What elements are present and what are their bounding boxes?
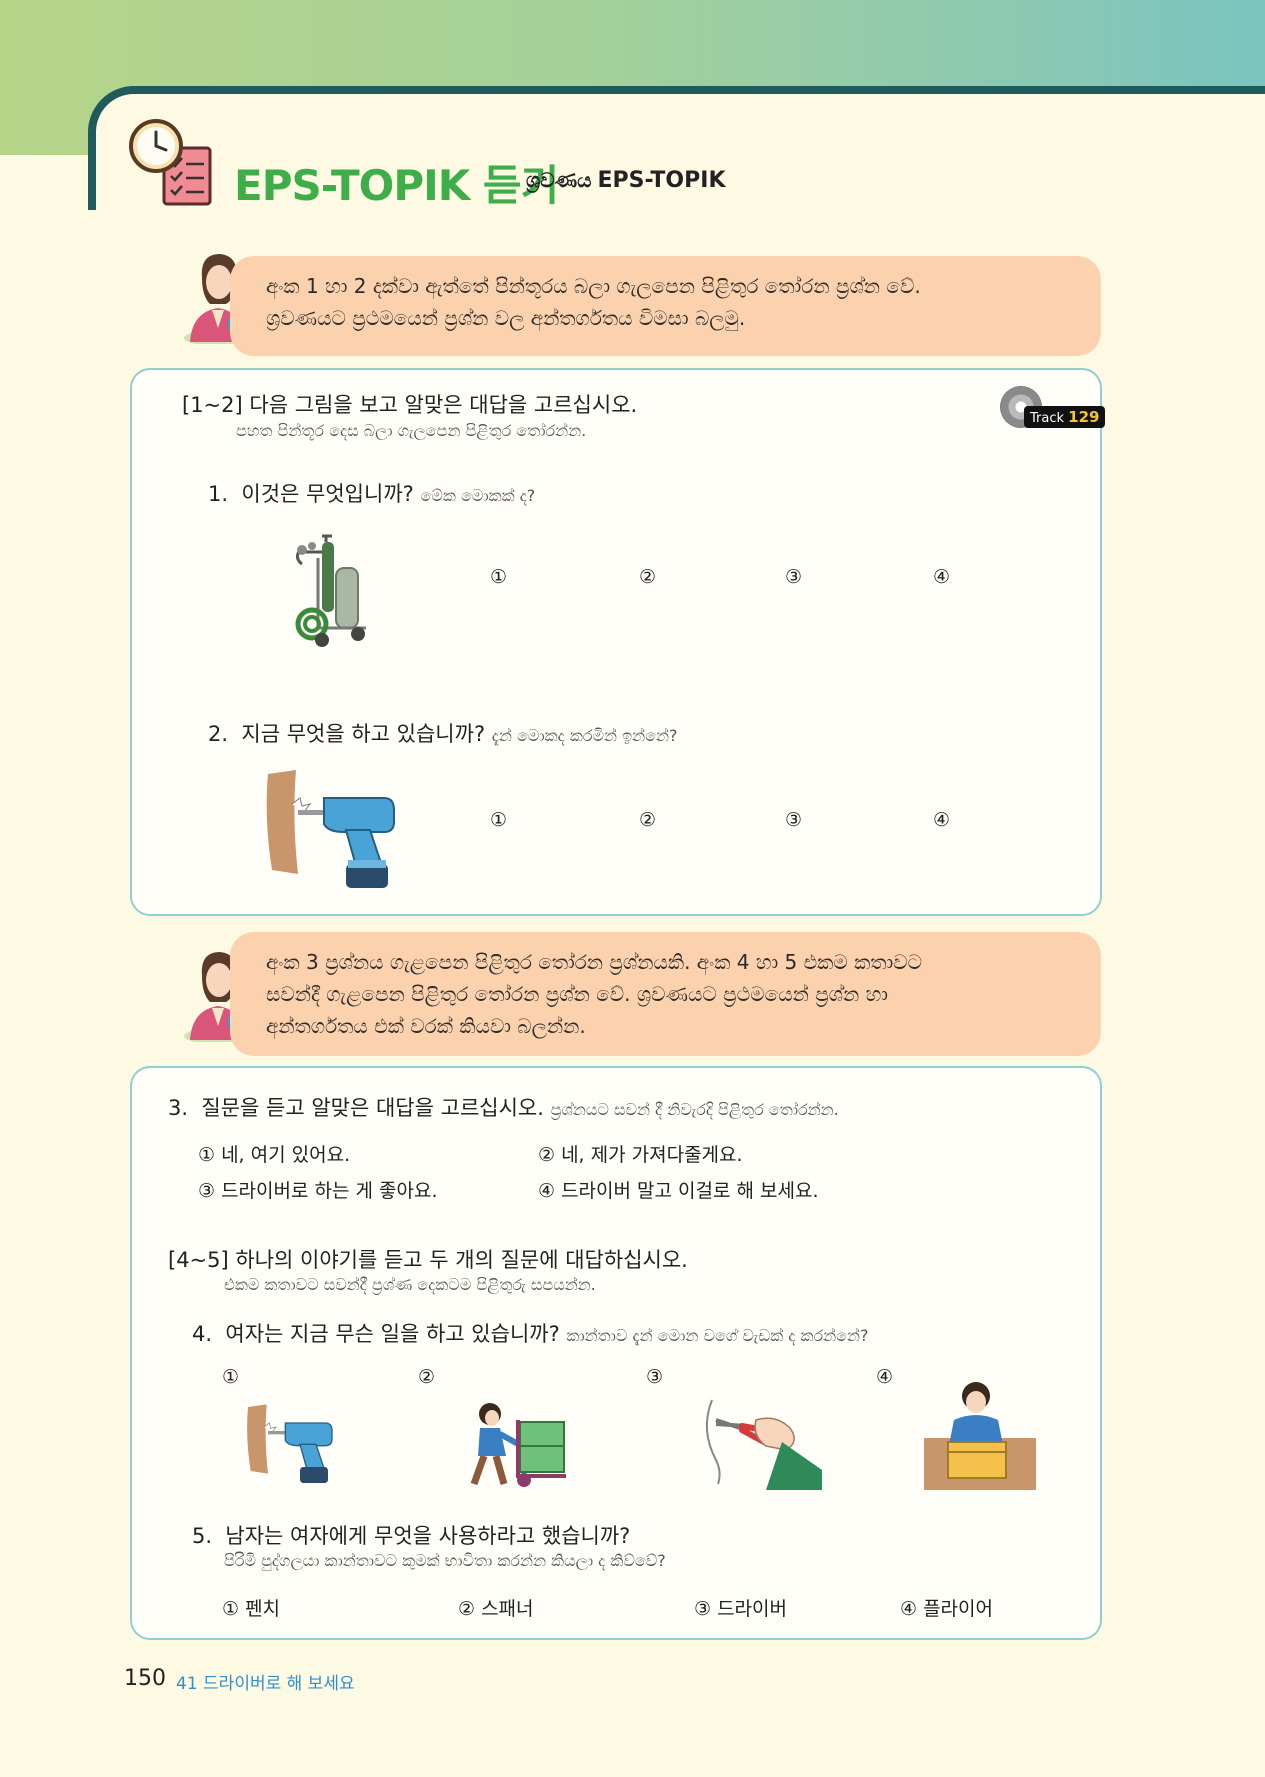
question-3: 3. 질문을 듣고 알맞은 대답을 고르십시오. ප්‍රශ්නයට සවන් … — [168, 1092, 839, 1122]
option-2[interactable]: ② — [639, 566, 656, 588]
bubble-text: අන්තර්ගතය එක් වරක් කියවා බලන්න. — [266, 1014, 586, 1038]
page-subtitle: ශ්‍රවණය EPS-TOPIK — [526, 168, 726, 193]
option-2[interactable]: ② — [639, 809, 656, 831]
question-5: 5. 남자는 여자에게 무엇을 사용하라고 했습니까? — [192, 1520, 630, 1550]
question-2: 2. 지금 무엇을 하고 있습니까? දැන් මොකද කරමින් ඉන්න… — [208, 718, 677, 748]
option-1[interactable]: ① — [490, 809, 507, 831]
option-3[interactable]: ③ — [646, 1366, 663, 1388]
option-3[interactable]: ③ — [785, 566, 802, 588]
option-2[interactable]: ② — [418, 1366, 435, 1388]
option-3[interactable]: ③ 드라이버로 하는 게 좋아요. — [198, 1176, 438, 1203]
question-text-sinhala: ප්‍රශ්නයට සවන් දී නිවැරදි පිළිතුර තෝරන්න… — [550, 1100, 839, 1119]
option-3[interactable]: ③ 드라이버 — [694, 1594, 787, 1621]
section-heading-sinhala: එකම කතාවට සවන්දී ප්‍රශ්ණ දෙකටම පිළිතුරු … — [224, 1275, 596, 1294]
bubble-text: අංක 1 හා 2 දක්වා ඇත්තේ පින්තූරය බලා ගැලප… — [266, 274, 921, 298]
track-number: 129 — [1068, 408, 1100, 426]
drill-image — [247, 1404, 333, 1483]
option-4[interactable]: ④ — [933, 566, 950, 588]
bubble-text: සවන්දී ගැළපෙන පිළිතුර තෝරන ප්‍රශ්න වේ. ශ… — [266, 982, 888, 1006]
subtitle-sinhala: ශ්‍රවණය — [526, 168, 592, 192]
section-heading: [4~5] 하나의 이야기를 듣고 두 개의 질문에 대답하십시오. — [168, 1248, 688, 1272]
question-text: 남자는 여자에게 무엇을 사용하라고 했습니까? — [225, 1524, 631, 1548]
option-1[interactable]: ① — [222, 1366, 239, 1388]
question-number: 1. — [208, 482, 229, 506]
worker-box-image — [924, 1382, 1036, 1490]
hand-truck-image — [470, 1403, 566, 1487]
section-heading-sinhala: පහත පින්තූර දෙස බලා ගැලපෙන පිළිතුර තෝරන්… — [236, 421, 587, 440]
bubble-text: ශ්‍රවණයට ප්‍රථමයෙන් ප්‍රශ්න වල අන්තර්ගතය… — [266, 306, 746, 330]
option-1[interactable]: ① 펜치 — [222, 1594, 280, 1621]
drill-image — [266, 770, 395, 888]
option-2[interactable]: ② 네, 제가 가져다줄게요. — [538, 1140, 743, 1167]
track-badge[interactable]: Track 129 — [1000, 386, 1106, 430]
page-title: EPS-TOPIK 듣기 — [234, 161, 559, 210]
pliers-hand-image — [705, 1399, 822, 1490]
clock-checklist-icon — [129, 119, 212, 206]
option-4[interactable]: ④ 플라이어 — [900, 1594, 993, 1621]
option-3[interactable]: ③ — [785, 809, 802, 831]
instruction-bubble-2: අංක 3 ප්‍රශ්නය ගැළපෙන පිළිතුර තෝරන ප්‍රශ… — [230, 932, 1101, 1056]
question-4: 4. 여자는 지금 무슨 일을 하고 있습니까? කාන්තාව දැන් මො… — [192, 1318, 869, 1348]
instruction-bubble-1: අංක 1 හා 2 දක්වා ඇත්තේ පින්තූරය බලා ගැලප… — [230, 256, 1101, 356]
option-1[interactable]: ① — [490, 566, 507, 588]
track-label: Track 129 — [1024, 406, 1106, 428]
option-4[interactable]: ④ 드라이버 말고 이걸로 해 보세요. — [538, 1176, 819, 1203]
question-text-sinhala: කාන්තාව දැන් මොන වගේ වැඩක් ද කරන්නේ? — [566, 1326, 869, 1345]
question-1: 1. 이것은 무엇입니까? මේක මොකක් ද? — [208, 478, 535, 508]
lesson-title: 41 드라이버로 해 보세요 — [176, 1674, 355, 1694]
section-heading: [1~2] 다음 그림을 보고 알맞은 대답을 고르십시오. — [182, 393, 638, 417]
subtitle-eps: EPS-TOPIK — [597, 168, 726, 193]
question-text: 여자는 지금 무슨 일을 하고 있습니까? — [225, 1322, 560, 1346]
question-text-sinhala: දැන් මොකද කරමින් ඉන්නේ? — [491, 726, 678, 745]
page-number: 150 — [124, 1666, 166, 1691]
option-4[interactable]: ④ — [933, 809, 950, 831]
question-text-sinhala: මේක මොකක් ද? — [420, 486, 536, 505]
question-number: 5. — [192, 1524, 213, 1548]
option-4[interactable]: ④ — [876, 1366, 893, 1388]
bubble-text: අංක 3 ප්‍රශ්නය ගැළපෙන පිළිතුර තෝරන ප්‍රශ… — [266, 950, 922, 974]
question-text-sinhala: පිරිමි පුද්ගලයා කාන්තාවට කුමක් භාවිතා කර… — [224, 1551, 666, 1570]
welding-cart-image — [295, 534, 366, 647]
option-1[interactable]: ① 네, 여기 있어요. — [198, 1140, 350, 1167]
question-text: 지금 무엇을 하고 있습니까? — [241, 722, 486, 746]
question-number: 3. — [168, 1096, 189, 1120]
question-number: 2. — [208, 722, 229, 746]
question-text: 질문을 듣고 알맞은 대답을 고르십시오. — [201, 1096, 544, 1120]
option-2[interactable]: ② 스패너 — [458, 1594, 534, 1621]
question-text: 이것은 무엇입니까? — [241, 482, 414, 506]
question-number: 4. — [192, 1322, 213, 1346]
